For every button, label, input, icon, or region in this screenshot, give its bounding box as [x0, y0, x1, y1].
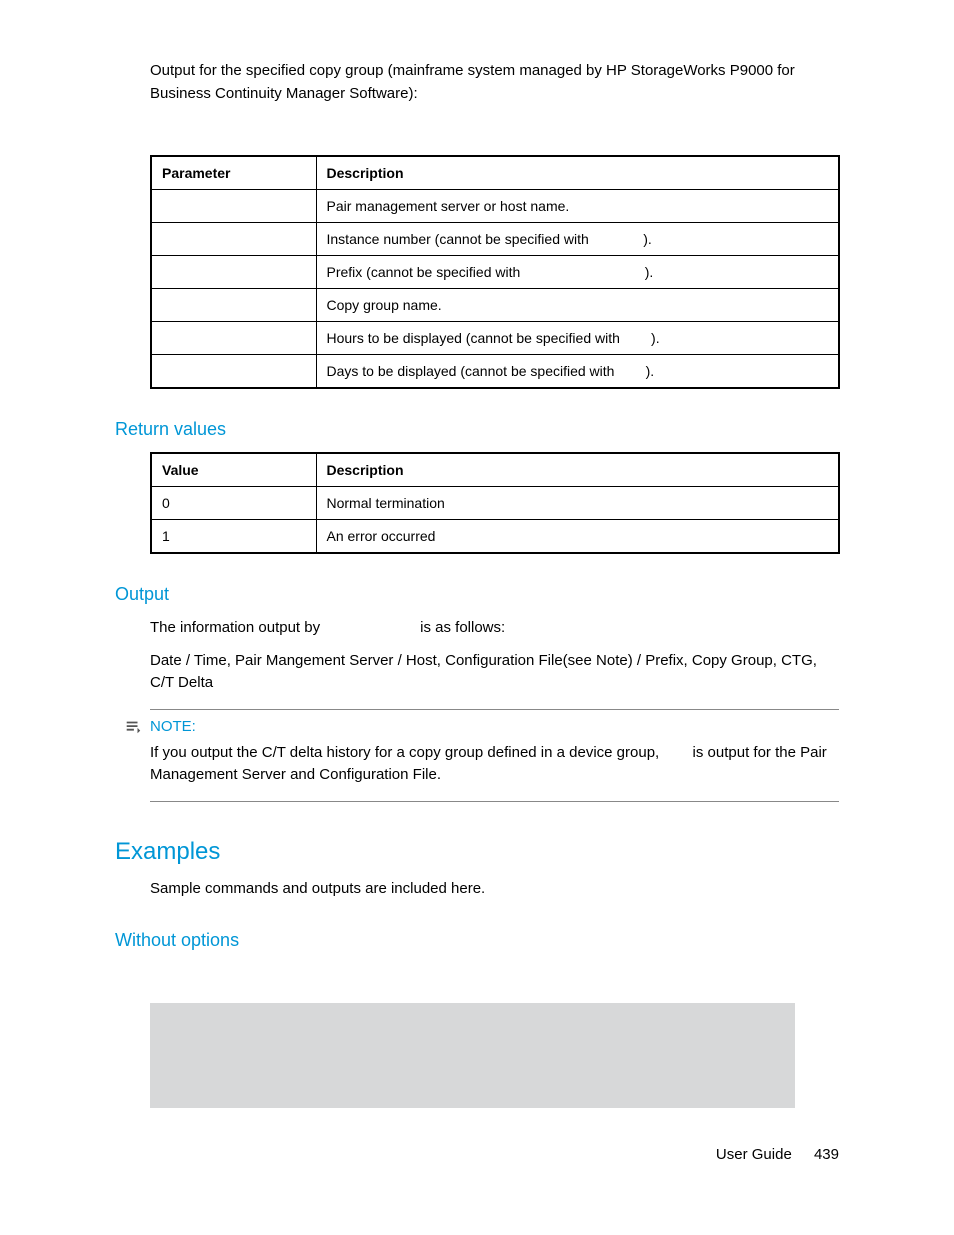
table-cell: Prefix (cannot be specified with ). — [316, 256, 839, 289]
code-block — [150, 1003, 795, 1108]
table-row: Instance number (cannot be specified wit… — [151, 223, 839, 256]
table-row: 0 Normal termination — [151, 487, 839, 520]
output-fields: Date / Time, Pair Mangement Server / Hos… — [150, 650, 839, 695]
table-row: Pair management server or host name. — [151, 190, 839, 223]
table-cell: Instance number (cannot be specified wit… — [316, 223, 839, 256]
note-separator — [150, 709, 839, 710]
table-cell — [151, 256, 316, 289]
table-row: 1 An error occurred — [151, 520, 839, 554]
table-cell: 0 — [151, 487, 316, 520]
intro-paragraph: Output for the specified copy group (mai… — [150, 60, 839, 105]
table-row: Hours to be displayed (cannot be specifi… — [151, 322, 839, 355]
footer-label: User Guide — [716, 1146, 792, 1163]
table-cell — [151, 223, 316, 256]
table-cell — [151, 190, 316, 223]
note-label: NOTE: — [150, 718, 196, 735]
table-cell — [151, 322, 316, 355]
table-cell: Pair management server or host name. — [316, 190, 839, 223]
table-row: Days to be displayed (cannot be specifie… — [151, 355, 839, 389]
table-cell: An error occurred — [316, 520, 839, 554]
table-cell: Copy group name. — [316, 289, 839, 322]
return-values-table: Value Description 0 Normal termination 1… — [150, 452, 840, 554]
table-header: Parameter — [151, 156, 316, 190]
examples-heading: Examples — [115, 838, 839, 866]
table-cell: Normal termination — [316, 487, 839, 520]
note-separator — [150, 801, 839, 802]
table-header: Description — [316, 453, 839, 487]
examples-intro: Sample commands and outputs are included… — [150, 878, 839, 901]
table-header: Description — [316, 156, 839, 190]
output-heading: Output — [115, 584, 839, 605]
table-header: Value — [151, 453, 316, 487]
table-cell: Days to be displayed (cannot be specifie… — [316, 355, 839, 389]
table-cell — [151, 289, 316, 322]
page-footer: User Guide 439 — [716, 1146, 839, 1163]
table-cell: Hours to be displayed (cannot be specifi… — [316, 322, 839, 355]
table-row: Prefix (cannot be specified with ). — [151, 256, 839, 289]
output-paragraph: The information output by is as follows: — [150, 617, 839, 640]
return-values-heading: Return values — [115, 419, 839, 440]
parameter-table: Parameter Description Pair management se… — [150, 155, 840, 389]
table-cell: 1 — [151, 520, 316, 554]
table-row: Copy group name. — [151, 289, 839, 322]
note-text: If you output the C/T delta history for … — [150, 742, 839, 787]
footer-page-number: 439 — [814, 1146, 839, 1163]
note-icon — [124, 718, 142, 736]
without-options-heading: Without options — [115, 930, 839, 951]
table-cell — [151, 355, 316, 389]
